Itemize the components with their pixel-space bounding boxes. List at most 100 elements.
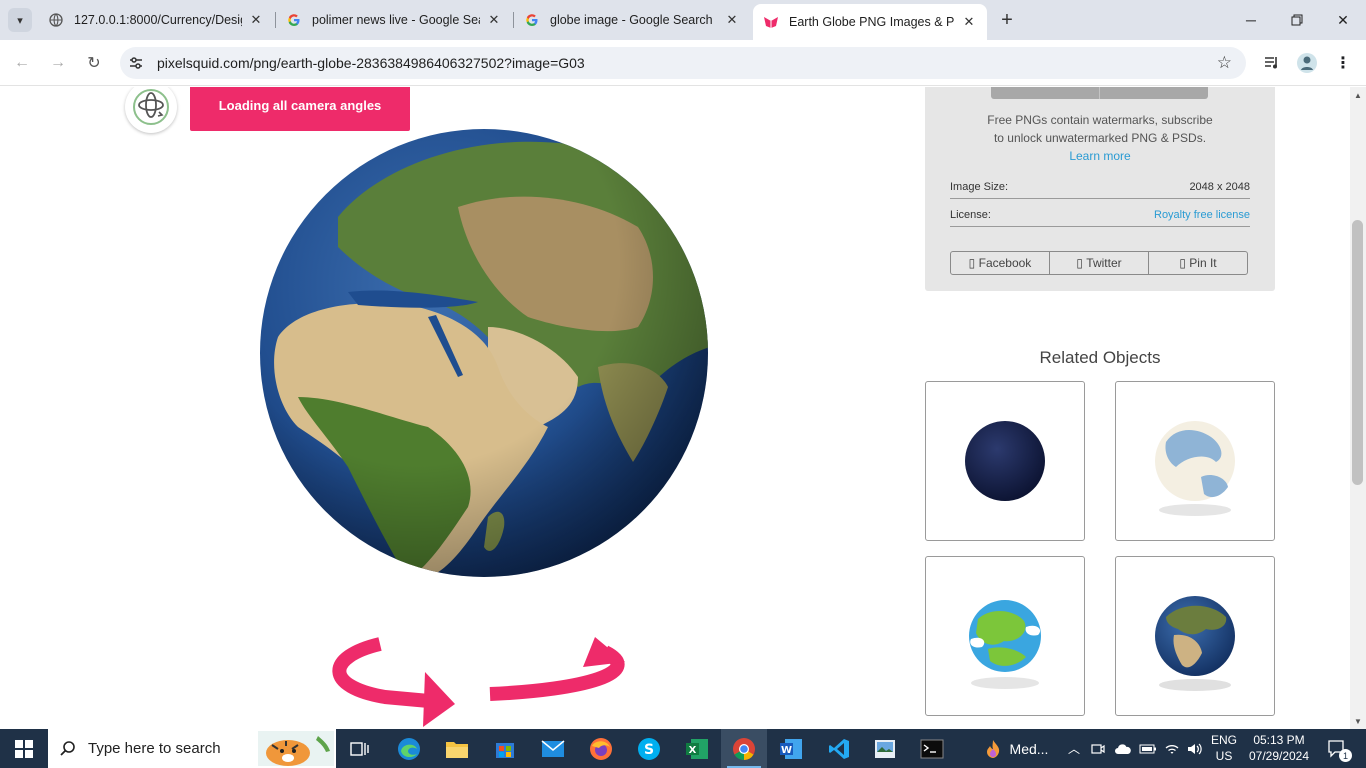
loading-camera-angles-button[interactable]: Loading all camera angles: [190, 87, 410, 131]
close-icon[interactable]: ✕: [248, 12, 264, 28]
taskbar-skype[interactable]: S: [626, 729, 672, 768]
photo-viewer-icon: [875, 739, 895, 758]
image-info-card: Free PNGs contain watermarks, subscribe …: [925, 87, 1275, 291]
show-hidden-icons-button[interactable]: ︿: [1064, 729, 1084, 768]
back-button[interactable]: ←: [10, 51, 34, 75]
chevron-up-icon: ︿: [1067, 742, 1080, 756]
pinterest-share-button[interactable]: ▯ Pin It: [1149, 252, 1247, 274]
scrollbar-thumb[interactable]: [1352, 220, 1363, 485]
taskbar-file-explorer[interactable]: [434, 729, 480, 768]
rotate-360-icon[interactable]: [125, 87, 177, 133]
related-object-dark-globe[interactable]: [925, 381, 1085, 541]
close-window-button[interactable]: ✕: [1320, 0, 1366, 40]
tab-globe-image[interactable]: globe image - Google Search ✕: [514, 0, 750, 40]
restore-button[interactable]: [1274, 0, 1320, 40]
tiger-illustration-icon: [258, 731, 334, 766]
share-label: Twitter: [1086, 256, 1122, 270]
share-label: Facebook: [978, 256, 1032, 270]
taskbar-search-box[interactable]: Type here to search: [48, 729, 336, 768]
close-icon[interactable]: ✕: [486, 12, 502, 28]
download-buttons[interactable]: [991, 87, 1208, 99]
scroll-down-icon[interactable]: ▼: [1350, 713, 1366, 729]
mail-icon: [541, 739, 565, 757]
close-icon[interactable]: ✕: [961, 14, 977, 30]
language-code: ENG: [1210, 733, 1237, 747]
tab-title: 127.0.0.1:8000/Currency/Design: [74, 13, 242, 27]
globe-icon: [48, 12, 64, 28]
google-icon: [524, 12, 540, 28]
taskbar-edge[interactable]: [386, 729, 432, 768]
notification-center-button[interactable]: 1: [1318, 729, 1358, 768]
browser-menu-button[interactable]: ⋮: [1331, 51, 1355, 75]
related-object-white-globe[interactable]: [1115, 381, 1275, 541]
battery-icon[interactable]: [1137, 729, 1159, 768]
share-label: Pin It: [1189, 256, 1217, 270]
white-globe-thumbnail: [1155, 421, 1235, 516]
related-object-earth-globe[interactable]: [1115, 556, 1275, 716]
minimize-button[interactable]: ─: [1228, 0, 1274, 40]
close-icon[interactable]: ✕: [724, 12, 740, 28]
tab-search-button[interactable]: ▾: [8, 8, 32, 32]
taskbar-terminal[interactable]: [909, 729, 955, 768]
taskbar-store[interactable]: [482, 729, 528, 768]
taskbar-word[interactable]: W: [768, 729, 814, 768]
avatar: [1297, 53, 1317, 73]
page-content: Loading all camera angles Free PNGs cont…: [0, 87, 1350, 729]
word-icon: W: [780, 738, 802, 759]
folder-icon: [446, 741, 468, 758]
rotate-arrows-icon[interactable]: [325, 632, 635, 729]
battery-shape: [1139, 744, 1156, 753]
url-text[interactable]: pixelsquid.com/png/earth-globe-283638498…: [157, 55, 585, 71]
learn-more-link[interactable]: Learn more: [925, 147, 1275, 165]
profile-avatar[interactable]: [1295, 51, 1319, 75]
taskbar-photos[interactable]: [862, 729, 908, 768]
license-row: License: Royalty free license: [950, 207, 1250, 227]
earth-globe-thumbnail: [1155, 596, 1235, 691]
earth-globe-image[interactable]: [258, 127, 710, 579]
browser-toolbar: ← → ↻ pixelsquid.com/png/earth-globe-283…: [0, 40, 1366, 86]
wifi-signal: [1165, 744, 1179, 754]
chrome-icon: [733, 737, 755, 760]
taskbar-chrome[interactable]: [721, 729, 767, 768]
wifi-icon[interactable]: [1161, 729, 1183, 768]
media-queue-icon: [1265, 57, 1277, 69]
language-indicator[interactable]: ENG US: [1206, 732, 1242, 764]
task-view-button[interactable]: [337, 729, 383, 768]
note-line: Free PNGs contain watermarks, subscribe: [987, 113, 1213, 127]
twitter-share-button[interactable]: ▯ Twitter: [1050, 252, 1149, 274]
taskbar-media-widget[interactable]: Med...: [972, 729, 1060, 768]
vscode-icon: [829, 738, 849, 759]
svg-text:S: S: [644, 742, 654, 758]
onedrive-icon[interactable]: [1112, 729, 1134, 768]
start-button[interactable]: [0, 729, 48, 768]
google-icon: [286, 12, 302, 28]
taskbar-excel[interactable]: X: [674, 729, 720, 768]
site-info-icon[interactable]: [128, 55, 144, 71]
windows-taskbar: Type here to search S X W Med... ︿ ENG U…: [0, 729, 1366, 768]
tab-polimer-news[interactable]: polimer news live - Google Sea ✕: [276, 0, 512, 40]
scroll-up-icon[interactable]: ▲: [1350, 87, 1366, 103]
taskbar-firefox[interactable]: [578, 729, 624, 768]
taskbar-mail[interactable]: [530, 729, 576, 768]
new-tab-button[interactable]: +: [995, 8, 1019, 32]
taskbar-vscode[interactable]: [816, 729, 862, 768]
reload-button[interactable]: ↻: [82, 51, 106, 75]
facebook-share-button[interactable]: ▯ Facebook: [951, 252, 1050, 274]
cartoon-globe-thumbnail: [969, 600, 1041, 689]
tab-currency-design[interactable]: 127.0.0.1:8000/Currency/Design ✕: [38, 0, 274, 40]
license-link[interactable]: Royalty free license: [1154, 209, 1250, 221]
forward-button[interactable]: →: [46, 51, 70, 75]
bookmark-star-icon[interactable]: ☆: [1217, 53, 1232, 73]
media-control-button[interactable]: [1260, 51, 1284, 75]
meet-now-icon[interactable]: [1088, 729, 1108, 768]
vertical-scrollbar[interactable]: ▲ ▼: [1350, 87, 1366, 729]
volume-icon[interactable]: [1184, 729, 1206, 768]
tab-earth-globe[interactable]: Earth Globe PNG Images & PSD ✕: [753, 4, 987, 40]
taskbar-clock[interactable]: 05:13 PM 07/29/2024: [1244, 732, 1314, 764]
search-placeholder: Type here to search: [88, 740, 221, 757]
plus-icon: +: [1001, 8, 1013, 31]
address-bar[interactable]: pixelsquid.com/png/earth-globe-283638498…: [120, 47, 1246, 79]
related-object-cartoon-globe[interactable]: [925, 556, 1085, 716]
skype-icon: S: [638, 737, 660, 760]
arrow-left-icon: ←: [14, 54, 30, 71]
